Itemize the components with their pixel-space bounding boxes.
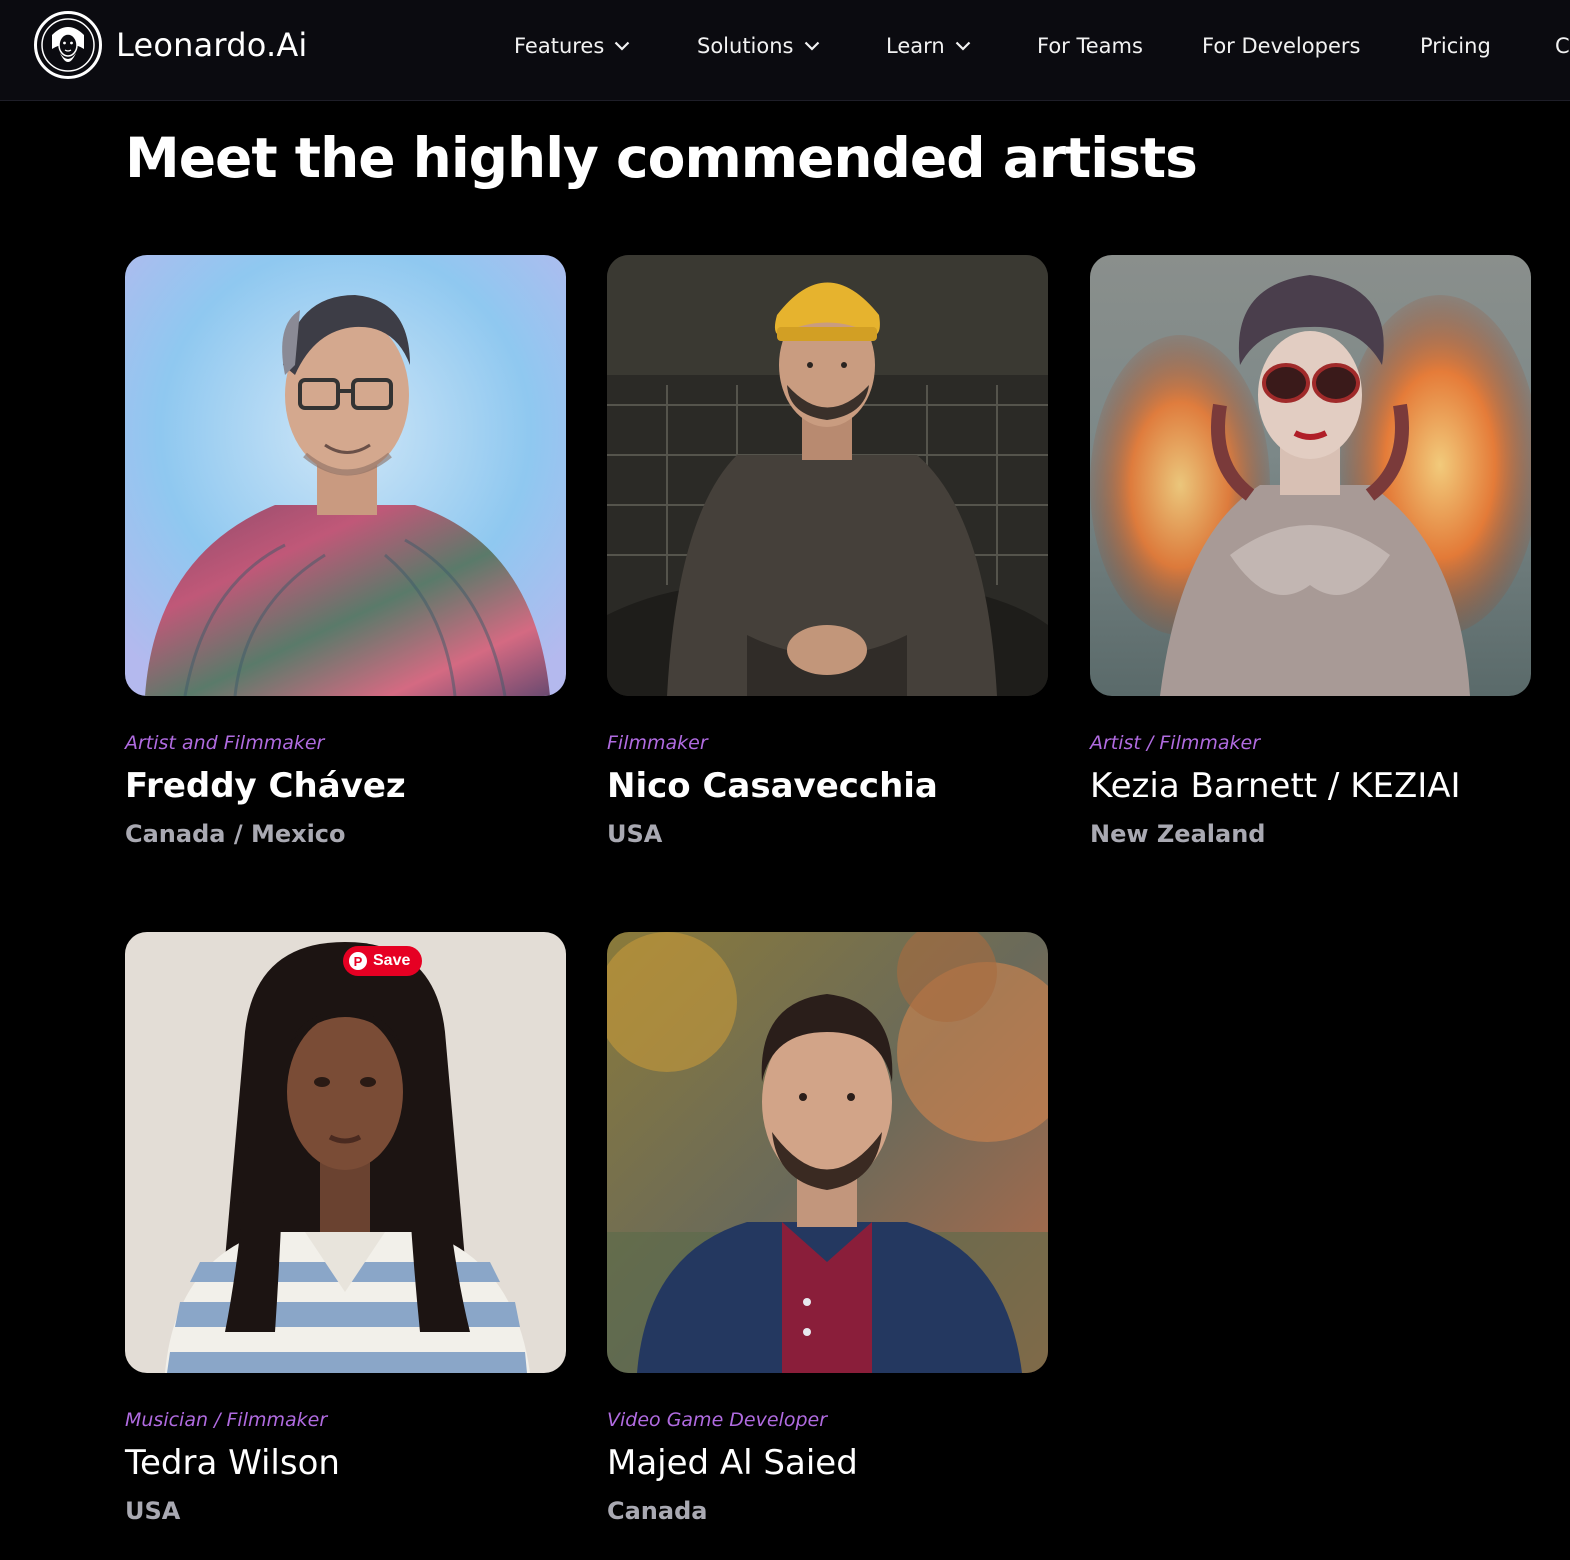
nav-item-learn[interactable]: Learn xyxy=(886,34,1037,58)
nav-item-label: Learn xyxy=(886,34,945,58)
artist-card[interactable]: Artist and Filmmaker Freddy Chávez Canad… xyxy=(125,255,566,848)
artist-card[interactable]: Artist / Filmmaker Kezia Barnett / KEZIA… xyxy=(1090,255,1531,848)
nav-item-for-developers[interactable]: For Developers xyxy=(1202,34,1420,58)
pinterest-save-label: Save xyxy=(373,952,411,969)
nav-item-label: For Developers xyxy=(1202,34,1361,58)
artist-photo xyxy=(1090,255,1531,696)
chevron-down-icon xyxy=(615,41,630,51)
nav-item-for-teams[interactable]: For Teams xyxy=(1037,34,1202,58)
artist-country: New Zealand xyxy=(1090,820,1266,848)
artist-role: Musician / Filmmaker xyxy=(125,1409,328,1431)
artist-card[interactable]: Filmmaker Nico Casavecchia USA xyxy=(607,255,1048,848)
artist-photo xyxy=(607,255,1048,696)
artist-country: Canada xyxy=(607,1497,708,1525)
artist-photo xyxy=(607,932,1048,1373)
top-navigation: Leonardo.Ai Features Solutions Learn For… xyxy=(0,0,1570,101)
artist-role: Video Game Developer xyxy=(607,1409,828,1431)
artist-name[interactable]: Tedra Wilson xyxy=(125,1443,566,1483)
nav-item-label: Solutions xyxy=(697,34,794,58)
artist-country: USA xyxy=(125,1497,181,1525)
artist-card[interactable]: Video Game Developer Majed Al Saied Cana… xyxy=(607,932,1048,1525)
nav-item-label: Features xyxy=(514,34,605,58)
nav-item-solutions[interactable]: Solutions xyxy=(697,34,886,58)
artist-name[interactable]: Kezia Barnett / KEZIAI xyxy=(1090,766,1531,806)
artist-role: Artist / Filmmaker xyxy=(1090,732,1261,754)
nav-item-pricing[interactable]: Pricing xyxy=(1420,34,1555,58)
section-title: Meet the highly commended artists xyxy=(125,126,1198,190)
nav-item-label: C xyxy=(1555,34,1570,58)
artist-role: Filmmaker xyxy=(607,732,708,754)
nav-item-truncated[interactable]: C xyxy=(1555,34,1570,58)
chevron-down-icon xyxy=(955,41,970,51)
artist-photo: P Save xyxy=(125,932,566,1373)
pinterest-icon: P xyxy=(349,952,367,970)
artist-country: USA xyxy=(607,820,663,848)
nav-item-label: Pricing xyxy=(1420,34,1491,58)
artist-name[interactable]: Majed Al Saied xyxy=(607,1443,1048,1483)
nav-menu: Features Solutions Learn For Teams For D… xyxy=(514,0,1570,92)
artist-photo xyxy=(125,255,566,696)
brand-logo-link[interactable]: Leonardo.Ai xyxy=(34,11,308,79)
artist-country: Canada / Mexico xyxy=(125,820,346,848)
nav-item-label: For Teams xyxy=(1037,34,1143,58)
artist-name[interactable]: Freddy Chávez xyxy=(125,766,566,806)
artist-name[interactable]: Nico Casavecchia xyxy=(607,766,1048,806)
chevron-down-icon xyxy=(804,41,819,51)
artist-card[interactable]: P Save Musician / Filmmaker Tedra Wilson… xyxy=(125,932,566,1525)
leonardo-face-logo-icon xyxy=(34,11,102,79)
nav-item-features[interactable]: Features xyxy=(514,34,697,58)
artist-role: Artist and Filmmaker xyxy=(125,732,325,754)
brand-name: Leonardo.Ai xyxy=(116,26,308,64)
pinterest-save-button[interactable]: P Save xyxy=(343,946,423,976)
